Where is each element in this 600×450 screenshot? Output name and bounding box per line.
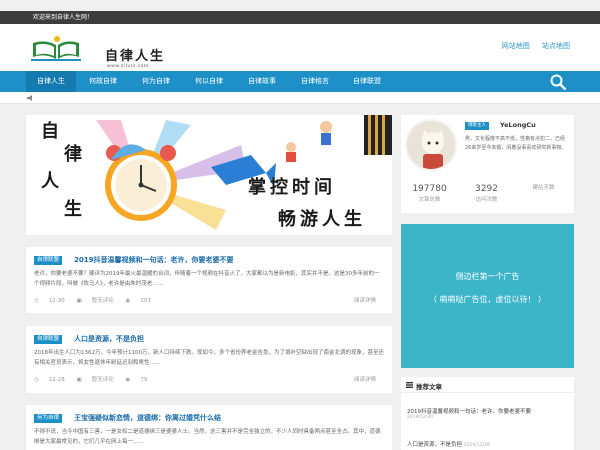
stat-value: 3292 <box>475 184 498 194</box>
read-more-link[interactable]: 阅读详情 <box>354 375 376 383</box>
post-views: 203 <box>140 298 151 304</box>
megaphone-icon <box>27 95 32 101</box>
nav-item-hegu-zilv[interactable]: 何故自律 <box>78 71 128 92</box>
banner-char-3: 人 <box>41 171 59 192</box>
post-excerpt: 不得不说，当今中国有三害，一是女权二是道德绑三是婆婆人士。当然，这三害并不是完全… <box>34 429 381 445</box>
search-icon[interactable] <box>550 74 566 90</box>
main-nav: 自律人生 何故自律 何为自律 何以自律 自律故事 自律格言 自律联盟 <box>0 71 600 92</box>
list-item[interactable]: 2019抖音温馨视频和一句话：老许，你要老婆不要 2019/12/30 <box>407 407 531 420</box>
welcome-text: 欢迎来到自律人生网！ <box>33 14 94 21</box>
site-logo[interactable]: 自律人生 www.zilvrs.com <box>27 35 167 69</box>
eye-icon: ◉ <box>125 377 131 383</box>
stat-label: 建站天数 <box>532 185 555 191</box>
stats-row: 197780 文章总数 3292 访问次数 建站天数 <box>401 183 574 213</box>
post-category-badge[interactable]: 自律联盟 <box>34 256 63 265</box>
stat-label: 访问次数 <box>475 197 498 203</box>
rec-article-date: 2019/12/28 <box>463 443 490 448</box>
nav-item-heyi-zilv[interactable]: 何以自律 <box>184 71 234 92</box>
author-profile-card: 博客主人 YeLongCu 男，文化程度不高不低，性格有点犯二，已经26来岁至今… <box>401 115 574 213</box>
header-links: 网站地图 站点地图 <box>492 41 570 51</box>
comment-icon: ▣ <box>76 377 82 383</box>
rec-article-date: 2019/12/30 <box>407 415 433 420</box>
post-date: 12-30 <box>48 298 65 304</box>
nav-item-zilv-rensheng[interactable]: 自律人生 <box>26 71 76 92</box>
banner-line-2: 畅游人生 <box>278 209 366 230</box>
post-meta: ◷ 12-28 ▣ 暂无评论 ◉ 79 <box>34 375 157 383</box>
post-card[interactable]: 何为自律 王宝强疑似新恋情，道德绑：你离过婚凭什么结 不得不说，当今中国有三害，… <box>26 405 392 450</box>
banner-char-1: 自 <box>41 121 59 142</box>
stat-value: 197780 <box>412 184 447 194</box>
post-title[interactable]: 2019抖音温馨视频和一句话：老许，你要老婆不要 <box>74 255 233 265</box>
clock-icon: ◷ <box>34 377 39 383</box>
post-title[interactable]: 王宝强疑似新恋情，道德绑：你离过婚凭什么结 <box>74 413 221 423</box>
clock-icon: ◷ <box>34 298 39 304</box>
notice-bar <box>0 92 600 104</box>
post-comments[interactable]: 暂无评论 <box>92 377 114 383</box>
author-name[interactable]: YeLongCu <box>500 121 536 129</box>
nav-item-zilv-gushi[interactable]: 自律故事 <box>237 71 287 92</box>
stat-articles: 197780 文章总数 <box>401 183 458 205</box>
hero-banner[interactable]: 自 律 人 生 掌控时间 畅游人生 <box>26 115 392 235</box>
post-excerpt: 2018年出生人口为1362万，今年预计1100万，新人口持续下跌。现如今，多个… <box>34 350 384 366</box>
post-category-badge[interactable]: 自律联盟 <box>34 335 63 344</box>
ad-line-1: 侧边栏第一个广告 <box>455 272 520 281</box>
post-date: 12-28 <box>48 377 65 383</box>
stat-visits: 3292 访问次数 <box>458 183 515 205</box>
site-map-link[interactable]: 站点地图 <box>542 42 570 50</box>
avatar[interactable] <box>405 119 457 171</box>
nav-item-hewei-zilv[interactable]: 何为自律 <box>131 71 181 92</box>
list-icon <box>406 382 413 388</box>
book-logo-icon <box>31 36 81 61</box>
post-meta: ◷ 12-30 ▣ 暂无评论 ◉ 203 <box>34 296 161 304</box>
post-card[interactable]: 自律联盟 人口是资源，不是负担 2018年出生人口为1362万，今年预计1100… <box>26 326 392 393</box>
author-bio: 男，文化程度不高不低，性格有点犯二，已经26来岁至今未婚，闲着没事喜欢研究新事物… <box>465 136 567 151</box>
comment-icon: ▣ <box>76 298 82 304</box>
post-title[interactable]: 人口是资源，不是负担 <box>74 334 144 344</box>
rec-article-title[interactable]: 2019抖音温馨视频和一句话：老许，你要老婆不要 <box>407 407 531 415</box>
recommended-articles: 推荐文章 2019抖音温馨视频和一句话：老许，你要老婆不要 2019/12/30… <box>401 377 574 450</box>
banner-line-1: 掌控时间 <box>248 177 336 198</box>
recommended-header: 推荐文章 <box>401 377 574 393</box>
stat-label: 文章总数 <box>418 197 441 203</box>
cartoon-avatar-icon <box>407 121 455 169</box>
sitemap-link[interactable]: 网站地图 <box>502 42 530 50</box>
top-bar: 欢迎来到自律人生网！ <box>0 11 600 24</box>
post-comments[interactable]: 暂无评论 <box>92 298 114 304</box>
nav-item-zilv-geyan[interactable]: 自律格言 <box>290 71 340 92</box>
recommended-title: 推荐文章 <box>416 383 442 391</box>
post-category-badge[interactable]: 何为自律 <box>34 414 63 423</box>
banner-char-4: 生 <box>64 199 82 220</box>
sidebar-ad[interactable]: 侧边栏第一个广告 （ 萌萌哒广告位，虚位以待！ ） <box>401 224 574 368</box>
logo-subtitle: www.zilvrs.com <box>107 64 149 69</box>
ad-line-2: （ 萌萌哒广告位，虚位以待！ ） <box>428 295 547 304</box>
post-views: 79 <box>140 377 148 383</box>
post-card[interactable]: 自律联盟 2019抖音温馨视频和一句话：老许，你要老婆不要 老许，你要老婆不要？… <box>26 247 392 313</box>
rec-article-title[interactable]: 人口是资源，不是负担 <box>407 442 462 448</box>
eye-icon: ◉ <box>125 298 131 304</box>
post-excerpt: 老许，你要老婆不要？健评为2019年最火最温暖的台词，伴随着一个视频在抖音火了，… <box>34 271 380 287</box>
site-header: 自律人生 www.zilvrs.com 网站地图 站点地图 <box>0 24 600 71</box>
read-more-link[interactable]: 阅读详情 <box>354 296 376 304</box>
banner-char-2: 律 <box>64 144 82 165</box>
list-item[interactable]: 人口是资源，不是负担 2019/12/28 <box>407 440 490 448</box>
stat-days: 建站天数 <box>515 183 572 193</box>
nav-item-zilv-lianmeng[interactable]: 自律联盟 <box>342 71 392 92</box>
role-badge: 博客主人 <box>465 122 489 130</box>
logo-title: 自律人生 <box>105 49 166 64</box>
